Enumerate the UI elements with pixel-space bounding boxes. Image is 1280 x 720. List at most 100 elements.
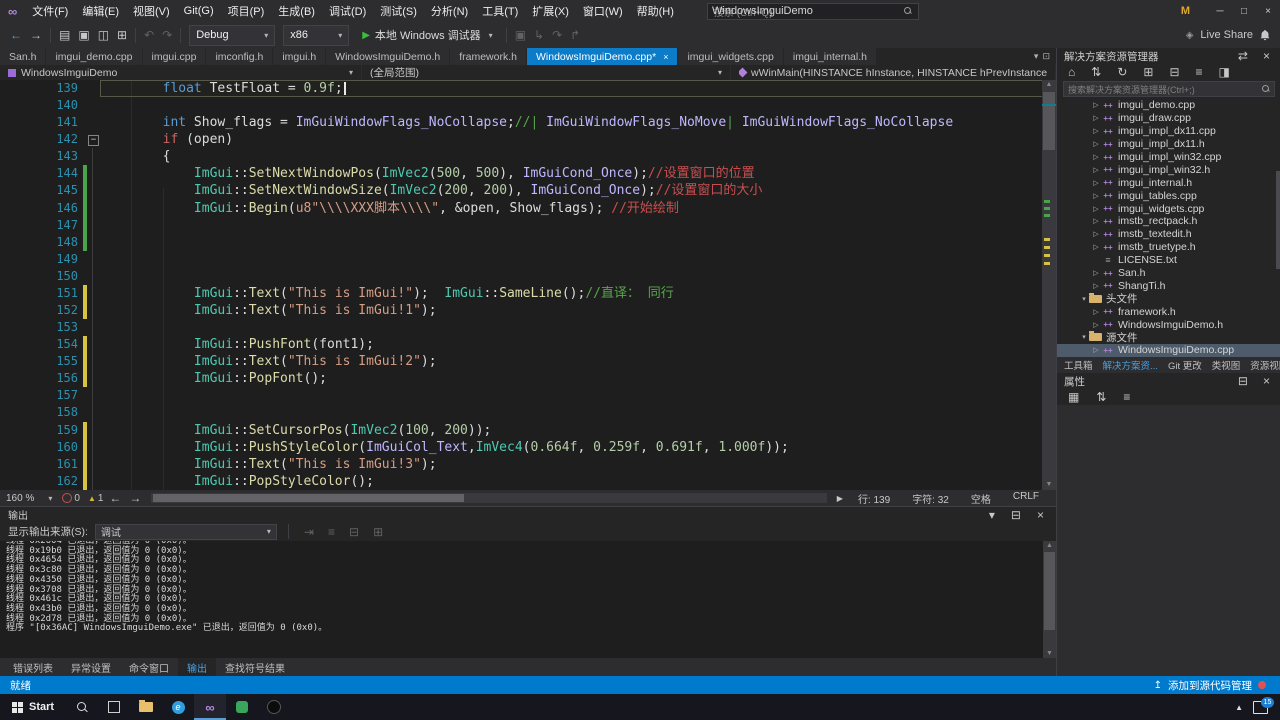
open-file-icon[interactable]: ▣ [74, 28, 93, 42]
right-panel-tab-解决方案资[interactable]: 解决方案资... [1098, 358, 1163, 372]
chevron-expanded-icon[interactable]: ▾ [1079, 295, 1089, 303]
panel-tab-命令窗口[interactable]: 命令窗口 [120, 660, 178, 675]
chevron-collapsed-icon[interactable]: ▷ [1091, 282, 1101, 290]
output-window-dropdown-icon[interactable]: ▾ [985, 508, 999, 522]
output-console[interactable]: 线程 0x2604 已退出，返回值为 0 (0x0)。 线程 0x19b0 已退出… [0, 541, 1056, 659]
code-line-145[interactable]: 145 ImGui::SetNextWindowSize(ImVec2(200,… [0, 182, 1056, 200]
close-button[interactable]: × [1256, 6, 1280, 17]
visual-studio-taskbar-button[interactable]: ∞ [194, 694, 227, 720]
tree-item-imgui-internal-h[interactable]: ▷ ++ imgui_internal.h [1057, 176, 1280, 189]
code-line-143[interactable]: 143 { [0, 148, 1056, 166]
new-file-icon[interactable]: ▤ [55, 28, 74, 42]
tree-item-framework-h[interactable]: ▷ ++ framework.h [1057, 305, 1280, 318]
se-home-icon[interactable]: ⌂ [1064, 65, 1079, 79]
tab-windowsimguidemo-cpp[interactable]: WindowsImguiDemo.cpp* × [526, 48, 678, 65]
chevron-collapsed-icon[interactable]: ▷ [1091, 217, 1101, 225]
code-line-141[interactable]: 141 int Show_flags = ImGuiWindowFlags_No… [0, 114, 1056, 131]
code-line-150[interactable]: 150 [0, 267, 1056, 286]
chevron-collapsed-icon[interactable]: ▷ [1091, 308, 1101, 316]
chevron-collapsed-icon[interactable]: ▷ [1091, 321, 1101, 329]
right-panel-tab-类视图[interactable]: 类视图 [1207, 358, 1246, 372]
tree-item-license-txt[interactable]: ≡ LICENSE.txt [1057, 254, 1280, 267]
chevron-collapsed-icon[interactable]: ▷ [1091, 101, 1101, 109]
project-dropdown[interactable]: WindowsImguiDemo ▾ [0, 65, 362, 80]
output-pin-icon[interactable]: ⊟ [1007, 508, 1025, 522]
code-line-144[interactable]: 144 ImGui::SetNextWindowPos(ImVec2(500, … [0, 165, 1056, 183]
props-categorized-icon[interactable]: ▦ [1064, 390, 1083, 404]
console-scrollbar[interactable]: ▲ ▼ [1043, 541, 1056, 659]
nav-forward-icon[interactable]: → [26, 28, 46, 42]
code-line-155[interactable]: 155 ImGui::Text("This is ImGui!2"); [0, 353, 1056, 371]
active-files-dropdown-icon[interactable]: ▾ [1034, 51, 1039, 62]
chevron-collapsed-icon[interactable]: ▷ [1091, 153, 1101, 161]
tab-close-icon[interactable]: × [663, 52, 668, 62]
menu-item-窗口-w[interactable]: 窗口(W) [576, 3, 630, 19]
code-line-156[interactable]: 156 ImGui::PopFont(); [0, 370, 1056, 388]
tree-item-imstb-rectpack-h[interactable]: ▷ ++ imstb_rectpack.h [1057, 215, 1280, 228]
tab-imconfig-h[interactable]: imconfig.h [206, 48, 273, 65]
navigate-back-icon[interactable]: ← [105, 491, 125, 505]
code-line-148[interactable]: 148 [0, 233, 1056, 251]
se-switch-views-icon[interactable]: ⇄ [1234, 49, 1252, 63]
tree-item-源文件[interactable]: ▾ 源文件 [1057, 331, 1280, 344]
tree-item-imgui-impl-win32-h[interactable]: ▷ ++ imgui_impl_win32.h [1057, 163, 1280, 176]
code-line-149[interactable]: 149 [0, 250, 1056, 268]
chevron-collapsed-icon[interactable]: ▷ [1091, 179, 1101, 187]
tree-item-imgui-widgets-cpp[interactable]: ▷ ++ imgui_widgets.cpp [1057, 202, 1280, 215]
menu-item-扩展-x[interactable]: 扩展(X) [525, 3, 576, 19]
tab-imgui-demo-cpp[interactable]: imgui_demo.cpp [46, 48, 142, 65]
code-line-139[interactable]: 139 float TestFloat = 0.9f; [0, 80, 1056, 98]
panel-tab-输出[interactable]: 输出 [178, 658, 216, 676]
se-show-all-files-icon[interactable]: ≡ [1192, 65, 1207, 79]
output-goto-icon[interactable]: ⇥ [300, 525, 318, 539]
output-source-dropdown[interactable]: 调试 ▾ [94, 523, 277, 540]
tree-item-san-h[interactable]: ▷ ++ San.h [1057, 267, 1280, 280]
tree-item-imgui-impl-dx11-cpp[interactable]: ▷ ++ imgui_impl_dx11.cpp [1057, 125, 1280, 138]
chevron-collapsed-icon[interactable]: ▷ [1091, 346, 1101, 354]
scroll-down-icon[interactable]: ▼ [1042, 480, 1056, 490]
float-window-icon[interactable]: ⊡ [1042, 51, 1050, 62]
menu-item-调试-d[interactable]: 调试(D) [322, 3, 373, 19]
se-properties-icon[interactable]: ◨ [1215, 65, 1234, 79]
browser-button[interactable]: e [162, 694, 194, 720]
code-line-140[interactable]: 140 [0, 97, 1056, 114]
menu-item-帮助-h[interactable]: 帮助(H) [630, 3, 681, 19]
tree-item-windowsimguidemo-h[interactable]: ▷ ++ WindowsImguiDemo.h [1057, 318, 1280, 331]
menu-item-git-g[interactable]: Git(G) [177, 5, 221, 17]
menu-item-工具-t[interactable]: 工具(T) [475, 3, 525, 19]
right-panel-tab-资源视图[interactable]: 资源视图 [1245, 358, 1280, 372]
chevron-collapsed-icon[interactable]: ▷ [1091, 205, 1101, 213]
scope-dropdown[interactable]: (全局范围) ▾ [362, 65, 731, 80]
tab-framework-h[interactable]: framework.h [450, 48, 526, 65]
scrollbar-thumb[interactable] [1044, 552, 1055, 630]
save-all-icon[interactable]: ⊞ [113, 28, 131, 42]
show-hidden-icons-button[interactable]: ▲ [1235, 703, 1243, 712]
chevron-collapsed-icon[interactable]: ▷ [1091, 127, 1101, 135]
solution-configuration-dropdown[interactable]: Debug ▾ [189, 24, 276, 46]
start-debugging-button[interactable]: ▶ 本地 Windows 调试器 ▾ [355, 26, 499, 45]
maximize-button[interactable]: □ [1232, 6, 1256, 17]
tree-item-imstb-textedit-h[interactable]: ▷ ++ imstb_textedit.h [1057, 228, 1280, 241]
se-close-icon[interactable]: × [1259, 49, 1274, 63]
code-line-147[interactable]: 147 [0, 216, 1056, 234]
start-button[interactable]: Start [0, 694, 66, 720]
chevron-collapsed-icon[interactable]: ▷ [1091, 269, 1101, 277]
panel-tab-查找符号结果[interactable]: 查找符号结果 [216, 660, 294, 675]
solution-explorer-search[interactable]: 搜索解决方案资源管理器(Ctrl+;) [1063, 81, 1275, 97]
save-icon[interactable]: ◫ [94, 28, 113, 42]
tab-imgui-internal-h[interactable]: imgui_internal.h [783, 48, 876, 65]
tree-item-imgui-tables-cpp[interactable]: ▷ ++ imgui_tables.cpp [1057, 189, 1280, 202]
code-line-142[interactable]: 142− if (open) [0, 131, 1056, 148]
live-share-button[interactable]: Live Share [1200, 29, 1253, 41]
tab-imgui-h[interactable]: imgui.h [273, 48, 326, 65]
props-alphabetical-icon[interactable]: ⇅ [1092, 390, 1110, 404]
scrollbar-thumb[interactable] [1043, 92, 1055, 150]
notification-dot-icon[interactable] [1258, 681, 1266, 689]
tree-item-头文件[interactable]: ▾ 头文件 [1057, 292, 1280, 305]
green-app-button[interactable] [226, 694, 258, 720]
panel-tab-错误列表[interactable]: 错误列表 [4, 660, 62, 675]
fold-margin[interactable]: − [87, 131, 100, 148]
code-line-146[interactable]: 146 ImGui::Begin(u8"\\\\XXX脚本\\\\", &ope… [0, 199, 1056, 217]
code-line-151[interactable]: 151 ImGui::Text("This is ImGui!"); ImGui… [0, 284, 1056, 303]
se-sync-icon[interactable]: ⇅ [1087, 65, 1105, 79]
